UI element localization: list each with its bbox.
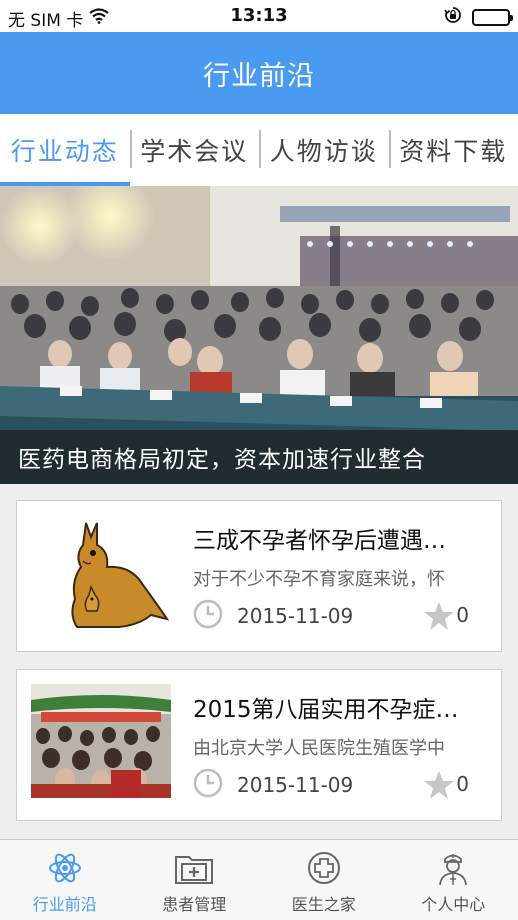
status-right <box>444 6 513 29</box>
category-tabs: 行业动态 学术会议 人物访谈 资料下载 <box>0 114 518 186</box>
article-thumbnail <box>31 515 171 629</box>
article-date: 2015-11-09 <box>237 604 354 628</box>
clock-icon <box>193 768 223 802</box>
favorite-count: 0 <box>456 603 469 627</box>
tab-academic-conference[interactable]: 学术会议 <box>129 114 260 186</box>
tab-interviews[interactable]: 人物访谈 <box>259 114 389 186</box>
article-summary: 由北京大学人民医院生殖医学中 <box>193 738 445 759</box>
tabbar-label: 行业前沿 <box>32 895 97 914</box>
tabbar-label: 患者管理 <box>162 895 227 914</box>
favorite-count: 0 <box>456 772 469 796</box>
article-title: 2015第八届实用不孕症… <box>193 697 459 723</box>
article-card[interactable]: 2015第八届实用不孕症… 由北京大学人民医院生殖医学中 2015-11-09 … <box>16 669 502 821</box>
medical-cross-circle-icon <box>306 850 342 886</box>
article-summary: 对于不少不孕不育家庭来说，怀 <box>193 569 445 590</box>
atom-icon <box>47 850 83 886</box>
battery-icon <box>472 9 513 26</box>
featured-banner[interactable]: 医药电商格局初定，资本加速行业整合 <box>0 186 518 484</box>
article-card[interactable]: 三成不孕者怀孕后遭遇… 对于不少不孕不育家庭来说，怀 2015-11-09 0 <box>16 500 502 652</box>
medical-folder-icon <box>174 850 214 886</box>
star-icon[interactable] <box>423 601 455 635</box>
page-title: 行业前沿 <box>203 60 315 92</box>
doctor-icon <box>436 850 470 886</box>
banner-caption: 医药电商格局初定，资本加速行业整合 <box>0 430 518 484</box>
tabbar-item-doctors-home[interactable]: 医生之家 <box>259 840 389 920</box>
article-date: 2015-11-09 <box>237 773 354 797</box>
rotation-lock-icon <box>444 6 462 29</box>
tabbar-item-industry-frontier[interactable]: 行业前沿 <box>0 840 130 920</box>
star-icon[interactable] <box>423 770 455 804</box>
status-time: 13:13 <box>230 5 288 26</box>
article-meta: 2015-11-09 0 <box>193 599 489 633</box>
tabbar-item-personal-center[interactable]: 个人中心 <box>389 840 518 920</box>
clock-icon <box>193 599 223 633</box>
tabbar-item-patient-management[interactable]: 患者管理 <box>130 840 260 920</box>
tabbar-label: 医生之家 <box>291 895 356 914</box>
article-title: 三成不孕者怀孕后遭遇… <box>193 528 446 554</box>
tab-downloads[interactable]: 资料下载 <box>388 114 518 186</box>
bottom-tab-bar: 行业前沿 患者管理 医生之家 个人中心 <box>0 839 518 920</box>
article-meta: 2015-11-09 0 <box>193 768 489 802</box>
tab-industry-news[interactable]: 行业动态 <box>0 114 130 186</box>
status-bar: 无 SIM 卡 13:13 <box>0 0 518 32</box>
nav-bar: 行业前沿 <box>0 32 518 114</box>
article-thumbnail <box>31 684 171 798</box>
tabbar-label: 个人中心 <box>421 895 486 914</box>
